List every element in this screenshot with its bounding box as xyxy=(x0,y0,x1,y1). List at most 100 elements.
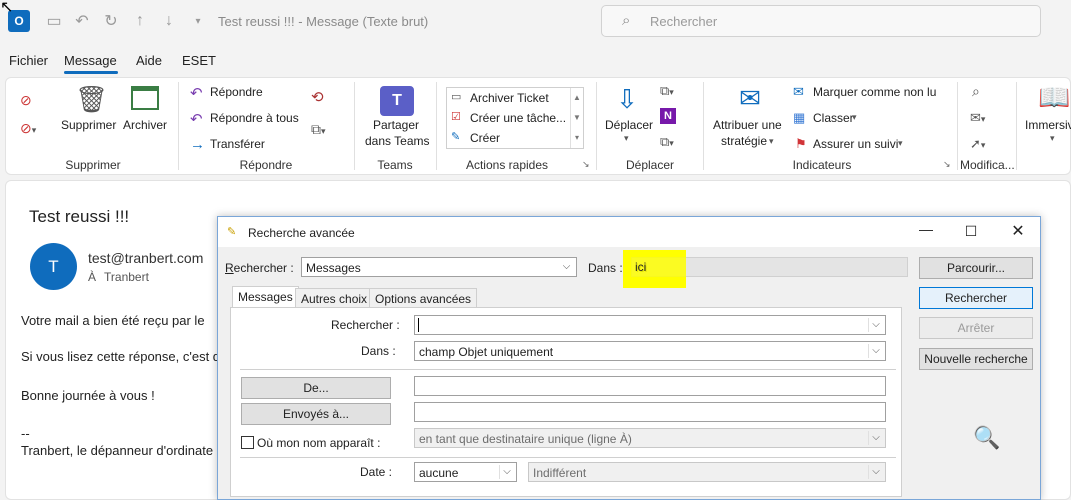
menu-fichier[interactable]: Fichier xyxy=(9,53,48,68)
look-for-select[interactable]: Messages ⌵ xyxy=(301,257,577,277)
body-line: Tranbert, le dépanneur d'ordinate xyxy=(21,443,214,458)
body-line: Votre mail a bien été reçu par le xyxy=(21,313,205,328)
immersive-reader-icon[interactable]: 📖 xyxy=(1038,82,1070,113)
undo-icon[interactable]: ↶ xyxy=(72,11,92,31)
to-prefix: À xyxy=(88,270,97,284)
more-respond-icon[interactable]: ⧉▾ xyxy=(311,121,326,138)
meeting-reply-icon[interactable]: ⟲ xyxy=(311,88,324,106)
follow-up-dropdown-icon[interactable]: ▾ xyxy=(898,138,903,149)
where-name-select[interactable]: en tant que destinataire unique (ligne À… xyxy=(414,428,886,448)
chevron-down-icon: ⌵ xyxy=(562,261,571,272)
quick-step-task-icon: ☑ xyxy=(451,111,461,123)
quick-step-task[interactable]: Créer une tâche... xyxy=(470,111,566,125)
delete-button[interactable]: Supprimer xyxy=(61,118,116,132)
assign-policy-icon[interactable]: ✉ xyxy=(735,83,765,114)
group-label-modification: Modifica... xyxy=(960,158,1015,172)
chevron-down-icon: ⌵ xyxy=(868,318,883,332)
quick-step-create[interactable]: Créer xyxy=(470,131,500,145)
categorize-dropdown-icon[interactable]: ▾ xyxy=(852,112,857,123)
immersive-dropdown-icon[interactable]: ▾ xyxy=(1050,133,1055,144)
sent-to-field[interactable] xyxy=(414,402,886,422)
move-folder-icon[interactable]: ⇩ xyxy=(612,84,642,115)
follow-up-button[interactable]: Assurer un suivi xyxy=(813,137,898,151)
from-field[interactable] xyxy=(414,376,886,396)
archive-icon[interactable] xyxy=(131,86,159,110)
maximize-button[interactable]: ☐ xyxy=(961,223,981,240)
categorize-button[interactable]: Classer xyxy=(813,111,854,125)
where-name-value: en tant que destinataire unique (ligne À… xyxy=(419,432,632,446)
find-now-button[interactable]: Rechercher xyxy=(919,287,1033,309)
reply-all-button[interactable]: Répondre à tous xyxy=(210,111,299,125)
menu-eset[interactable]: ESET xyxy=(182,53,216,68)
search-in-value: champ Objet uniquement xyxy=(419,345,554,359)
immersive-reader-button[interactable]: Immersiv xyxy=(1025,118,1071,132)
assign-dropdown-icon[interactable]: ▾ xyxy=(769,136,774,147)
search-in-select[interactable]: champ Objet uniquement ⌵ xyxy=(414,341,886,361)
menu-message[interactable]: Message xyxy=(64,53,117,68)
browse-button[interactable]: Parcourir... xyxy=(919,257,1033,279)
chevron-down-icon: ⌵ xyxy=(868,431,883,445)
block-icon[interactable]: ⊘▾ xyxy=(20,120,36,137)
menu-aide[interactable]: Aide xyxy=(136,53,162,68)
divider xyxy=(240,369,896,370)
delete-icon[interactable]: 🗑 xyxy=(75,84,108,115)
find-icon[interactable]: ⌕ xyxy=(972,83,980,100)
tab-autres-choix[interactable]: Autres choix xyxy=(295,288,374,308)
divider xyxy=(240,457,896,458)
stop-button[interactable]: Arrêter xyxy=(919,317,1033,339)
group-label-indicateurs: Indicateurs xyxy=(792,158,852,172)
move-dropdown-icon[interactable]: ▾ xyxy=(624,133,629,144)
edit-message-icon[interactable]: ✉▾ xyxy=(970,110,985,126)
tab-messages[interactable]: Messages xyxy=(232,286,299,308)
mark-unread-button[interactable]: Marquer comme non lu xyxy=(813,85,936,99)
customize-toolbar-icon[interactable]: ▾ xyxy=(188,11,208,31)
minimize-button[interactable]: — xyxy=(916,221,936,237)
redo-icon[interactable]: ↻ xyxy=(101,11,121,31)
sender-address[interactable]: test@tranbert.com xyxy=(88,250,203,266)
new-search-button[interactable]: Nouvelle recherche xyxy=(919,348,1033,370)
recipient-name[interactable]: Tranbert xyxy=(104,270,149,284)
tab-options-avancees[interactable]: Options avancées xyxy=(369,288,478,308)
save-icon[interactable]: ▭ xyxy=(44,11,64,31)
ignore-icon[interactable]: ⊘ xyxy=(20,92,32,109)
teams-icon[interactable]: T xyxy=(380,86,414,116)
mark-unread-icon: ✉ xyxy=(793,84,804,99)
assign-policy-line1[interactable]: Attribuer une xyxy=(713,118,782,132)
move-button[interactable]: Déplacer xyxy=(605,118,653,132)
search-input[interactable]: ⌕ Rechercher xyxy=(601,5,1041,37)
assign-policy-line2[interactable]: stratégie xyxy=(721,134,767,148)
search-icon: ⌕ xyxy=(622,12,631,29)
search-text-input[interactable]: ⌵ xyxy=(414,315,886,335)
where-name-label[interactable]: Où mon nom apparaît : xyxy=(257,436,380,450)
rules-icon[interactable]: ⧉▾ xyxy=(660,83,674,99)
group-separator xyxy=(178,82,179,170)
share-teams-line2[interactable]: dans Teams xyxy=(365,134,429,148)
date-range-select[interactable]: Indifférent ⌵ xyxy=(528,462,886,482)
in-label: Dans : xyxy=(588,261,623,275)
dialog-launcher-icon[interactable]: ↘ xyxy=(582,159,590,170)
up-arrow-icon[interactable]: ↑ xyxy=(130,11,150,31)
dialog-launcher-icon[interactable]: ↘ xyxy=(943,159,951,170)
where-name-checkbox[interactable] xyxy=(241,436,254,449)
quick-step-archive-icon: ▭ xyxy=(451,91,462,103)
select-icon[interactable]: ➚▾ xyxy=(970,136,985,152)
group-separator xyxy=(596,82,597,170)
share-teams-line1[interactable]: Partager xyxy=(373,118,419,132)
forward-button[interactable]: Transférer xyxy=(210,137,265,151)
in-folder-value-overlay: ici xyxy=(635,260,647,274)
quick-step-archive[interactable]: Archiver Ticket xyxy=(470,91,549,105)
from-button[interactable]: De... xyxy=(241,377,391,399)
group-separator xyxy=(957,82,958,170)
archive-button[interactable]: Archiver xyxy=(123,118,167,132)
close-button[interactable]: ✕ xyxy=(1008,221,1028,241)
sent-to-button[interactable]: Envoyés à... xyxy=(241,403,391,425)
onenote-icon[interactable]: N xyxy=(660,108,676,124)
actions-icon[interactable]: ⧉▾ xyxy=(660,134,674,150)
down-arrow-icon[interactable]: ↓ xyxy=(159,11,179,31)
active-tab-indicator xyxy=(64,71,118,74)
gallery-scroll[interactable]: ▲ ▼ ▾ xyxy=(570,88,583,148)
avatar[interactable]: T xyxy=(30,243,77,290)
date-select[interactable]: aucune ⌵ xyxy=(414,462,517,482)
reply-button[interactable]: Répondre xyxy=(210,85,263,99)
look-for-label: Rechercher : xyxy=(225,261,294,275)
